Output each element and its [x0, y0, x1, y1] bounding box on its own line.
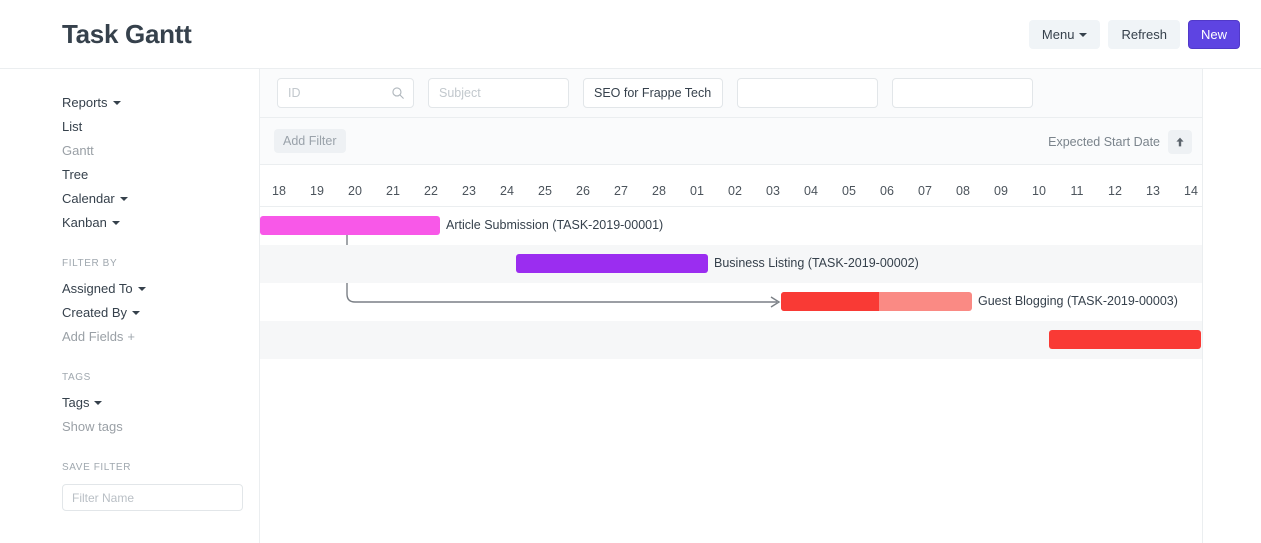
arrow-up-icon	[1174, 136, 1186, 148]
filter-project-value: SEO for Frappe Tech	[594, 86, 711, 100]
menu-button-label: Menu	[1042, 27, 1075, 42]
gantt-chart: 1819202122232425262728010203040506070809…	[260, 165, 1202, 541]
sidebar-item-calendar[interactable]: Calendar	[62, 187, 259, 211]
filter-subject-placeholder: Subject	[439, 86, 481, 100]
filter-id-placeholder: ID	[288, 86, 301, 100]
sidebar-item-label: Add Fields	[62, 329, 123, 344]
menu-button[interactable]: Menu	[1029, 20, 1101, 49]
gantt-date-header: 1819202122232425262728010203040506070809…	[260, 165, 1202, 207]
page-header: Task Gantt Menu Refresh New	[0, 0, 1261, 69]
sidebar-item-list[interactable]: List	[62, 115, 259, 139]
add-filter-bar: Add Filter Expected Start Date	[260, 118, 1202, 165]
filter-by-heading: FILTER BY	[62, 253, 259, 275]
sidebar-item-label: Created By	[62, 305, 127, 320]
gantt-date-tick: 25	[526, 184, 564, 198]
sort-field-label[interactable]: Expected Start Date	[1048, 135, 1160, 149]
page-title: Task Gantt	[62, 19, 191, 50]
header-actions: Menu Refresh New	[1029, 20, 1240, 49]
sidebar-item-tags[interactable]: Tags	[62, 391, 259, 415]
main-content: ID Subject SEO for Frappe Tech Add Filte…	[259, 69, 1203, 543]
gantt-date-tick: 11	[1058, 184, 1096, 198]
gantt-date-tick: 20	[336, 184, 374, 198]
sidebar-item-show-tags[interactable]: Show tags	[62, 415, 259, 439]
sidebar-item-label: Reports	[62, 95, 108, 110]
sidebar-item-label: Kanban	[62, 215, 107, 230]
gantt-date-tick: 09	[982, 184, 1020, 198]
chevron-down-icon	[132, 311, 140, 315]
gantt-date-tick: 19	[298, 184, 336, 198]
gantt-date-tick: 23	[450, 184, 488, 198]
sidebar-item-reports[interactable]: Reports	[62, 91, 259, 115]
gantt-date-tick: 07	[906, 184, 944, 198]
filter-extra2-field[interactable]	[892, 78, 1033, 108]
sidebar-nav: Reports List Gantt Tree Calendar Kanban	[62, 91, 259, 235]
chevron-down-icon	[138, 287, 146, 291]
gantt-bar[interactable]	[516, 254, 708, 273]
filter-subject-field[interactable]: Subject	[428, 78, 569, 108]
gantt-bar[interactable]	[1049, 330, 1201, 349]
spacer	[62, 439, 259, 457]
filter-name-input[interactable]	[62, 484, 243, 511]
gantt-bar[interactable]	[260, 216, 440, 235]
chevron-down-icon	[120, 197, 128, 201]
sidebar-item-label: Tags	[62, 395, 89, 410]
gantt-date-tick: 04	[792, 184, 830, 198]
gantt-date-tick: 12	[1096, 184, 1134, 198]
spacer	[62, 349, 259, 367]
save-filter-heading: SAVE FILTER	[62, 457, 259, 479]
chevron-down-icon	[1079, 33, 1087, 37]
sidebar-item-kanban[interactable]: Kanban	[62, 211, 259, 235]
gantt-date-tick: 14	[1172, 184, 1202, 198]
filter-id-field[interactable]: ID	[277, 78, 414, 108]
gantt-date-tick: 26	[564, 184, 602, 198]
gantt-date-tick: 27	[602, 184, 640, 198]
gantt-bar-label: Article Submission (TASK-2019-00001)	[446, 216, 663, 235]
gantt-date-tick: 13	[1134, 184, 1172, 198]
sidebar-item-gantt[interactable]: Gantt	[62, 139, 259, 163]
gantt-date-tick: 05	[830, 184, 868, 198]
new-button[interactable]: New	[1188, 20, 1240, 49]
sidebar: Reports List Gantt Tree Calendar Kanban …	[0, 69, 259, 543]
sidebar-item-tree[interactable]: Tree	[62, 163, 259, 187]
add-filter-button[interactable]: Add Filter	[274, 129, 346, 153]
gantt-date-tick: 08	[944, 184, 982, 198]
sidebar-item-label: Assigned To	[62, 281, 133, 296]
sort-controls: Expected Start Date	[1048, 118, 1202, 165]
sidebar-item-label: Calendar	[62, 191, 115, 206]
plus-icon: +	[127, 325, 135, 349]
sidebar-item-assigned-to[interactable]: Assigned To	[62, 277, 259, 301]
chevron-down-icon	[94, 401, 102, 405]
sidebar-item-add-fields[interactable]: Add Fields +	[62, 325, 259, 349]
gantt-date-tick: 21	[374, 184, 412, 198]
tags-heading: TAGS	[62, 367, 259, 389]
gantt-bar[interactable]	[781, 292, 972, 311]
gantt-rows: Article Submission (TASK-2019-00001) Busi…	[260, 207, 1202, 541]
gantt-date-tick: 28	[640, 184, 678, 198]
chevron-down-icon	[112, 221, 120, 225]
filter-extra1-field[interactable]	[737, 78, 878, 108]
sort-direction-button[interactable]	[1168, 130, 1192, 154]
gantt-bar-label: Business Listing (TASK-2019-00002)	[714, 254, 919, 273]
sidebar-item-created-by[interactable]: Created By	[62, 301, 259, 325]
gantt-bar-label: Guest Blogging (TASK-2019-00003)	[978, 292, 1178, 311]
gantt-date-tick: 01	[678, 184, 716, 198]
gantt-date-tick: 24	[488, 184, 526, 198]
chevron-down-icon	[113, 101, 121, 105]
gantt-date-tick: 10	[1020, 184, 1058, 198]
gantt-date-tick: 03	[754, 184, 792, 198]
gantt-date-tick: 02	[716, 184, 754, 198]
refresh-button[interactable]: Refresh	[1108, 20, 1180, 49]
gantt-date-tick: 22	[412, 184, 450, 198]
gantt-date-tick: 06	[868, 184, 906, 198]
filter-project-field[interactable]: SEO for Frappe Tech	[583, 78, 723, 108]
spacer	[62, 235, 259, 253]
search-icon	[391, 86, 405, 100]
gantt-date-tick: 18	[260, 184, 298, 198]
gantt-bar-progress	[781, 292, 879, 311]
filter-bar: ID Subject SEO for Frappe Tech	[260, 69, 1202, 118]
